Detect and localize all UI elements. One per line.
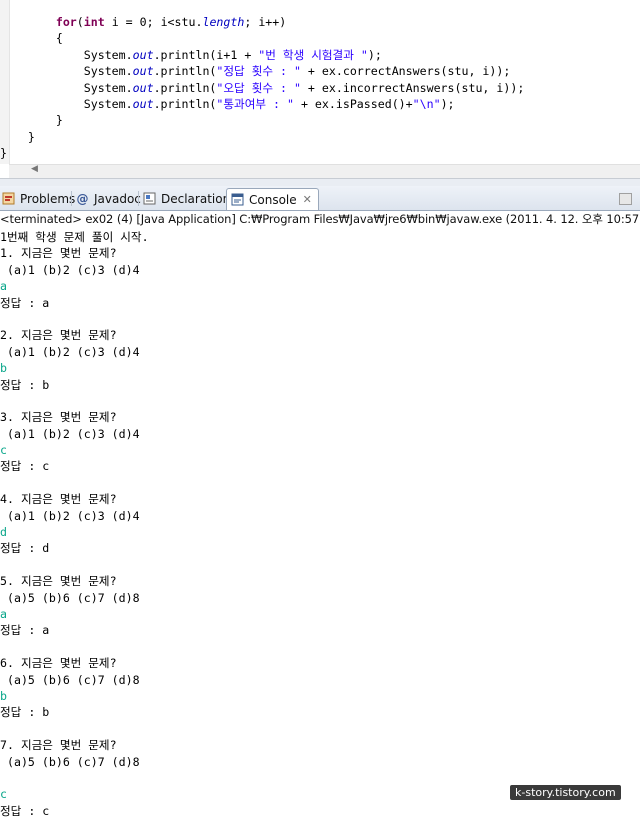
console-line: (a)5 (b)6 (c)7 (d)8 (0, 672, 140, 687)
code-token: } (0, 113, 63, 128)
code-token: int (83, 15, 105, 29)
console-line: (a)5 (b)6 (c)7 (d)8 (0, 754, 140, 769)
code-token: ( (76, 15, 84, 29)
console-line: (a)1 (b)2 (c)3 (d)4 (0, 426, 140, 441)
code-line: System.out.println("통과여부 : " + ex.isPass… (0, 96, 524, 112)
declaration-icon (143, 192, 156, 205)
view-tab-bar: Problems @ Javadoc Declaration Console ✕ (0, 186, 640, 211)
code-token: System. (0, 64, 133, 79)
tab-javadoc[interactable]: @ Javadoc (76, 188, 141, 209)
horizontal-scrollbar[interactable]: ◀ (9, 164, 640, 178)
tab-console[interactable]: Console ✕ (226, 188, 319, 210)
code-token: .println( (153, 64, 217, 79)
code-line: } (0, 129, 524, 145)
code-token: System. (0, 97, 133, 112)
tab-label: Console (249, 192, 297, 207)
minimize-view-button[interactable] (619, 193, 632, 205)
tab-label: Declaration (161, 191, 231, 206)
console-line: (a)1 (b)2 (c)3 (d)4 (0, 262, 140, 277)
source-code[interactable]: for(int i = 0; i<stu.length; i++) { Syst… (0, 14, 524, 162)
code-token: out (132, 97, 154, 112)
code-token: .println(i+1 + (153, 47, 259, 62)
code-token: .println( (153, 80, 217, 95)
tab-label: Problems (20, 191, 76, 206)
code-token: ; i++) (244, 15, 287, 29)
code-token: out (132, 47, 154, 62)
code-token: ); (367, 47, 382, 62)
tab-label: Javadoc (94, 191, 141, 206)
code-token: "번 학생 시험결과 " (258, 47, 368, 62)
code-token: System. (0, 80, 133, 95)
console-line: 정답 : b (0, 377, 50, 392)
code-token: + ex.incorrectAnswers(stu, i)); (300, 80, 525, 95)
code-token: { (0, 31, 63, 46)
code-token: "오답 횟수 : " (216, 80, 301, 95)
code-token: "통과여부 : " (216, 97, 294, 112)
console-line: 5. 지금은 몇번 문제? (0, 574, 117, 589)
console-line: 정답 : c (0, 459, 50, 474)
code-token: "정답 횟수 : " (216, 64, 301, 79)
code-token: "\n" (412, 97, 441, 112)
code-token: .println( (153, 97, 217, 112)
code-line: System.out.println(i+1 + "번 학생 시험결과 "); (0, 47, 524, 63)
code-token: + ex.isPassed()+ (293, 97, 413, 112)
problems-icon (2, 192, 15, 205)
console-line: 정답 : a (0, 623, 50, 638)
console-user-input: b (0, 361, 7, 376)
scroll-left-icon[interactable]: ◀ (31, 164, 38, 174)
code-editor[interactable]: for(int i = 0; i<stu.length; i++) { Syst… (0, 0, 640, 178)
code-line: { (0, 30, 524, 46)
console-line: 3. 지금은 몇번 문제? (0, 410, 117, 425)
console-line: 정답 : a (0, 295, 50, 310)
code-token: System. (0, 47, 133, 62)
console-line: (a)1 (b)2 (c)3 (d)4 (0, 508, 140, 523)
console-status-line: <terminated> ex02 (4) [Java Application]… (0, 212, 640, 226)
console-line: 2. 지금은 몇번 문제? (0, 328, 117, 343)
console-line: 6. 지금은 몇번 문제? (0, 656, 117, 671)
console-output[interactable]: 1번째 학생 문제 풀이 시작. 1. 지금은 몇번 문제? (a)1 (b)2 … (0, 229, 640, 825)
code-token: } (0, 146, 7, 161)
console-line: 정답 : c (0, 803, 50, 818)
javadoc-icon: @ (76, 191, 89, 206)
code-token: out (132, 64, 154, 79)
code-token: length (202, 15, 245, 29)
console-line: 정답 : b (0, 705, 50, 720)
console-user-input: d (0, 525, 7, 540)
close-icon[interactable]: ✕ (303, 193, 312, 206)
code-line: System.out.println("정답 횟수 : " + ex.corre… (0, 63, 524, 79)
console-icon (231, 193, 244, 206)
console-line: 1번째 학생 문제 풀이 시작. (0, 230, 149, 244)
console-line: 4. 지금은 몇번 문제? (0, 492, 117, 507)
code-line: System.out.println("오답 횟수 : " + ex.incor… (0, 80, 525, 96)
code-token: i = 0; i<stu. (104, 15, 203, 29)
watermark: k-story.tistory.com (510, 785, 621, 800)
tab-declaration[interactable]: Declaration (143, 188, 230, 209)
code-line: } (0, 145, 524, 161)
console-user-input: c (0, 443, 7, 458)
console-line: (a)5 (b)6 (c)7 (d)8 (0, 590, 140, 605)
console-user-input: b (0, 688, 7, 703)
console-user-input: a (0, 606, 7, 621)
console-line: 정답 : d (0, 541, 50, 556)
code-token: out (132, 80, 154, 95)
code-token: } (0, 129, 35, 144)
console-line: 7. 지금은 몇번 문제? (0, 738, 117, 753)
code-token: for (55, 15, 77, 29)
console-line: (a)1 (b)2 (c)3 (d)4 (0, 344, 140, 359)
code-line: } (0, 112, 524, 128)
console-line: 1. 지금은 몇번 문제? (0, 246, 117, 261)
console-user-input: a (0, 279, 7, 294)
code-line: for(int i = 0; i<stu.length; i++) (0, 14, 524, 30)
code-token: ); (440, 97, 455, 112)
tab-problems[interactable]: Problems (2, 188, 75, 209)
code-token: + ex.correctAnswers(stu, i)); (300, 64, 511, 79)
